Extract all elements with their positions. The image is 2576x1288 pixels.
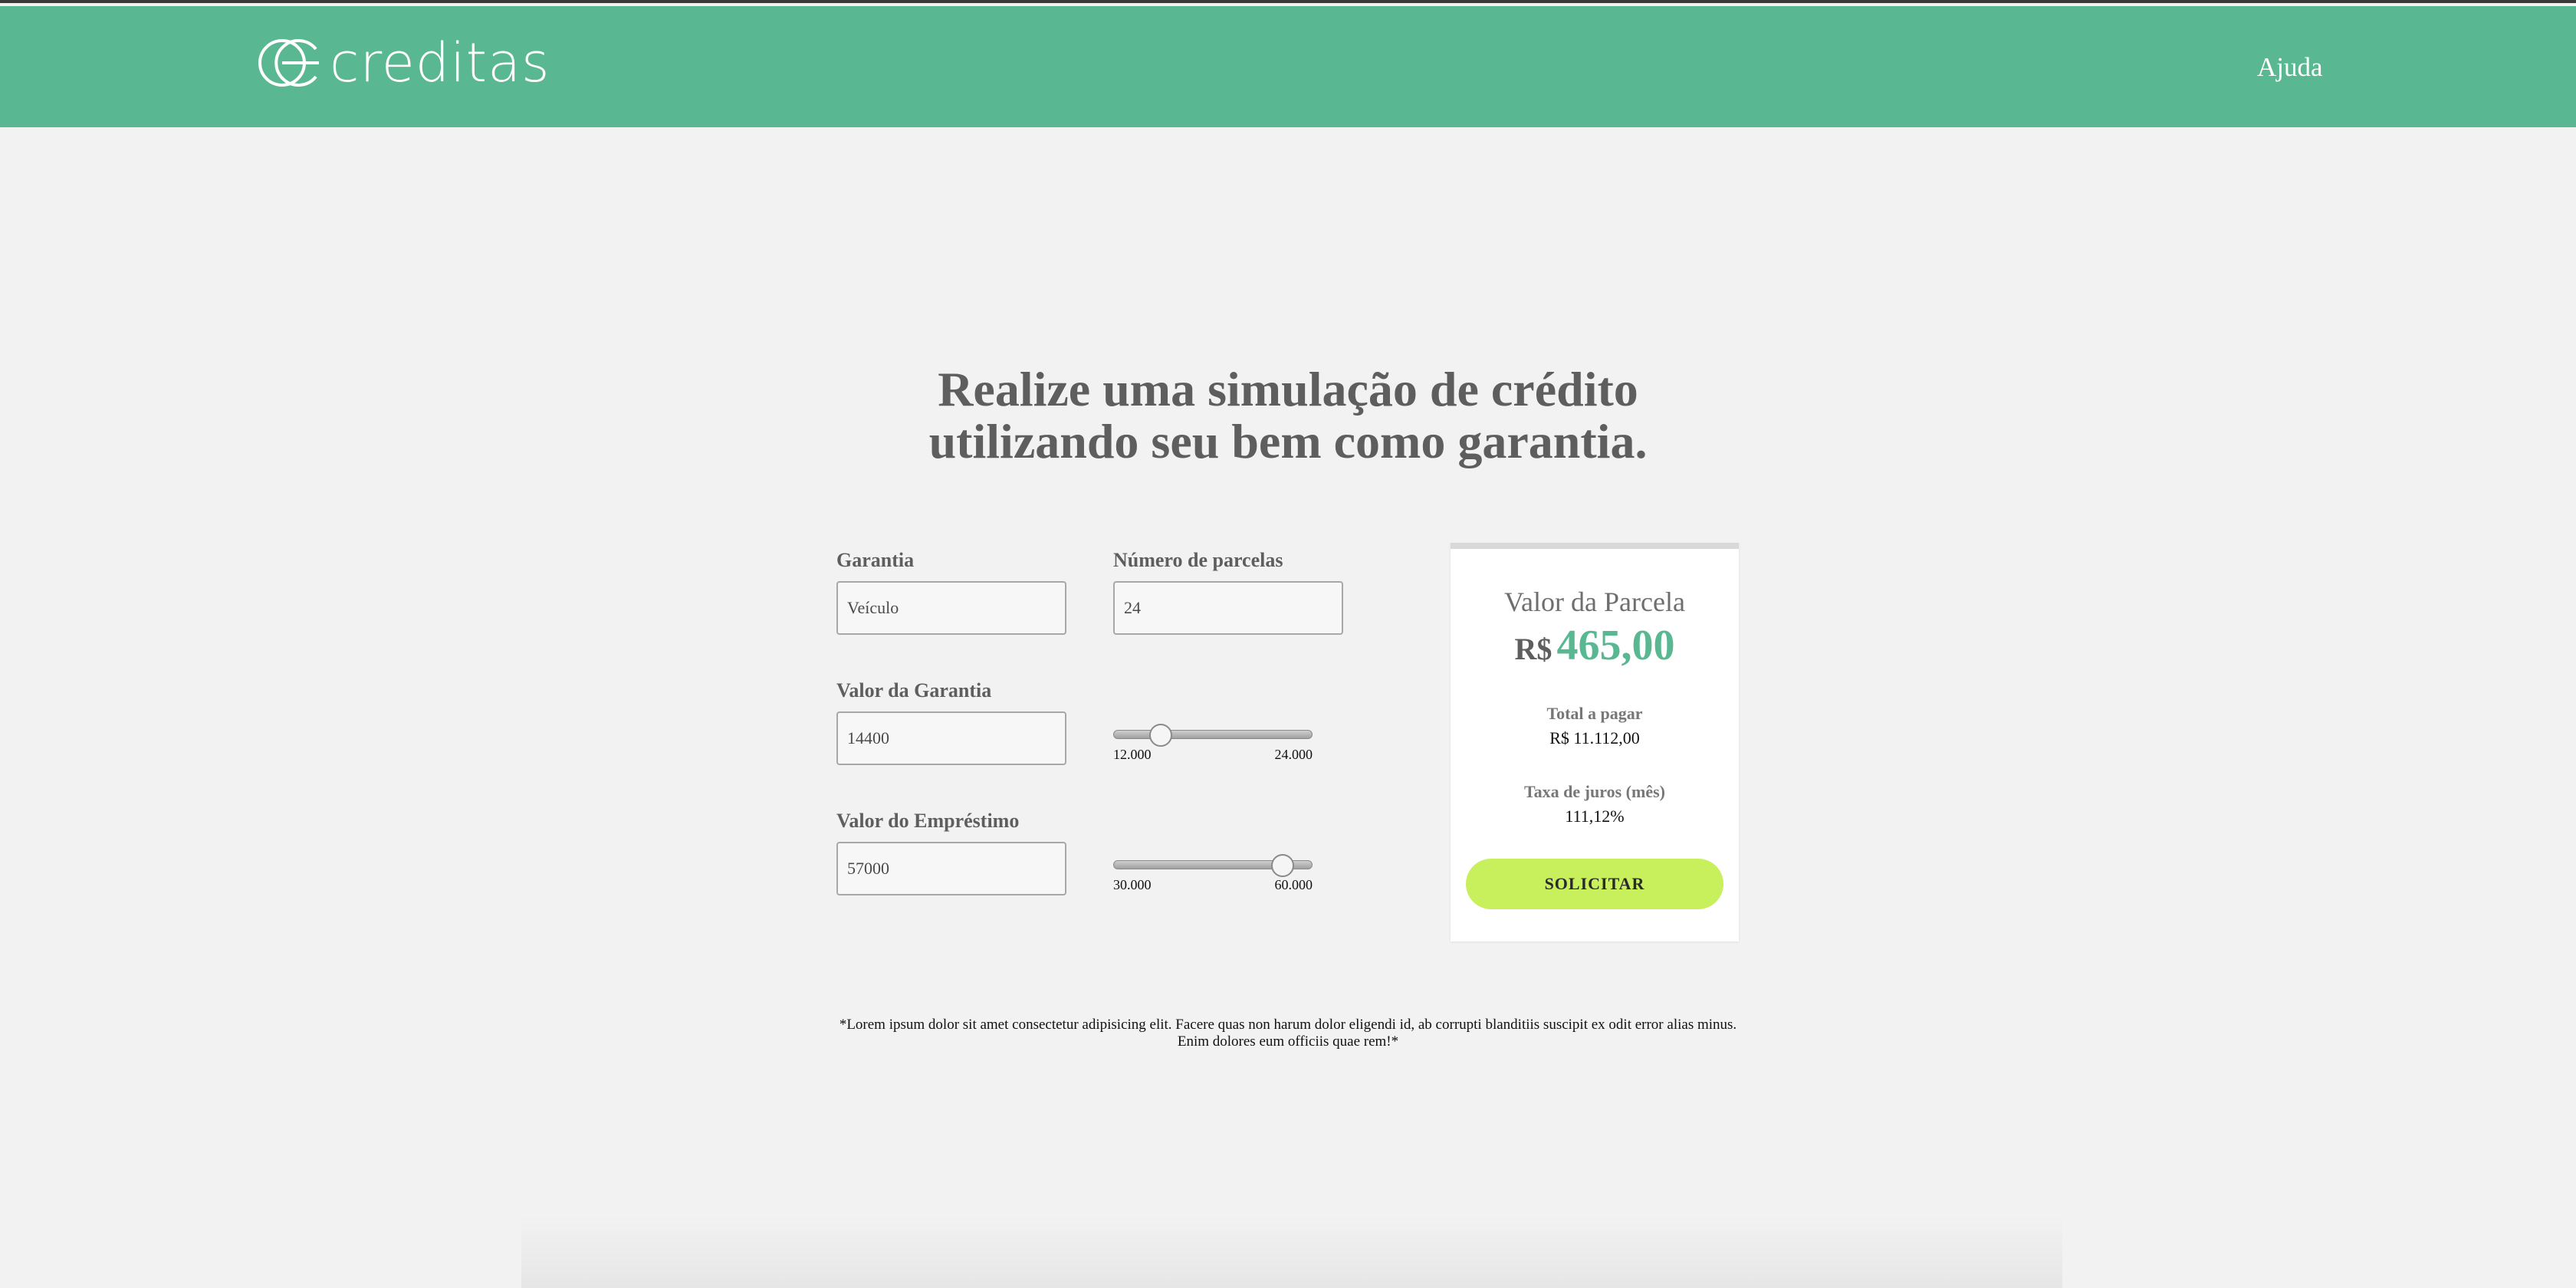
collateral-field[interactable] <box>836 581 1066 635</box>
slider-thumb[interactable] <box>1149 724 1173 747</box>
page-title-line-1: Realize uma simulação de crédito <box>938 362 1638 416</box>
loan-amount-field[interactable] <box>836 842 1066 895</box>
collateral-amount-field[interactable] <box>836 711 1066 765</box>
disclaimer-line-2: Enim dolores eum officiis quae rem!* <box>1177 1033 1399 1050</box>
collateral-label: Garantia <box>836 549 915 571</box>
help-link[interactable]: Ajuda <box>2257 52 2323 83</box>
request-button[interactable]: SOLICITAR <box>1466 859 1723 909</box>
collateral-amount-label: Valor da Garantia <box>836 679 992 702</box>
installment-title: Valor da Parcela <box>1504 586 1685 617</box>
collateral-amount-slider[interactable]: 12.000 24.000 <box>1113 724 1313 770</box>
page-footer-shadow <box>521 1214 2062 1288</box>
creditas-logo[interactable]: creditas <box>256 35 550 90</box>
slider-max-label: 24.000 <box>1274 747 1313 762</box>
loan-amount-slider[interactable]: 30.000 60.000 <box>1113 854 1313 900</box>
slider-min-label: 30.000 <box>1113 877 1152 892</box>
creditas-logo-icon <box>258 39 319 87</box>
logo-wordmark: creditas <box>330 31 550 94</box>
slider-track[interactable] <box>1113 730 1313 739</box>
disclaimer-line-1: *Lorem ipsum dolor sit amet consectetur … <box>839 1017 1737 1033</box>
top-header: creditas Ajuda <box>0 6 2576 127</box>
slider-min-label: 12.000 <box>1113 747 1152 762</box>
slider-max-label: 60.000 <box>1274 877 1313 892</box>
installment-price: R$ 465,00 <box>1451 621 1739 670</box>
installment-summary-card: Valor da Parcela R$ 465,00 Total a pagar … <box>1451 543 1739 941</box>
installment-value: 465,00 <box>1556 622 1675 669</box>
total-value: R$ 11.112,00 <box>1549 728 1640 748</box>
page-title: Realize uma simulação de crédito utiliza… <box>843 363 1733 468</box>
loan-amount-label: Valor do Empréstimo <box>836 810 1020 832</box>
page-title-line-2: utilizando seu bem como garantia. <box>928 414 1648 468</box>
disclaimer-text: *Lorem ipsum dolor sit amet consectetur … <box>820 1017 1756 1050</box>
installments-field[interactable] <box>1113 581 1343 635</box>
currency-symbol: R$ <box>1514 632 1552 666</box>
interest-rate-label: Taxa de juros (mês) <box>1524 782 1665 801</box>
slider-thumb[interactable] <box>1271 854 1294 877</box>
total-label: Total a pagar <box>1546 704 1643 723</box>
installments-label: Número de parcelas <box>1113 549 1283 571</box>
interest-rate-value: 111,12% <box>1565 807 1625 826</box>
